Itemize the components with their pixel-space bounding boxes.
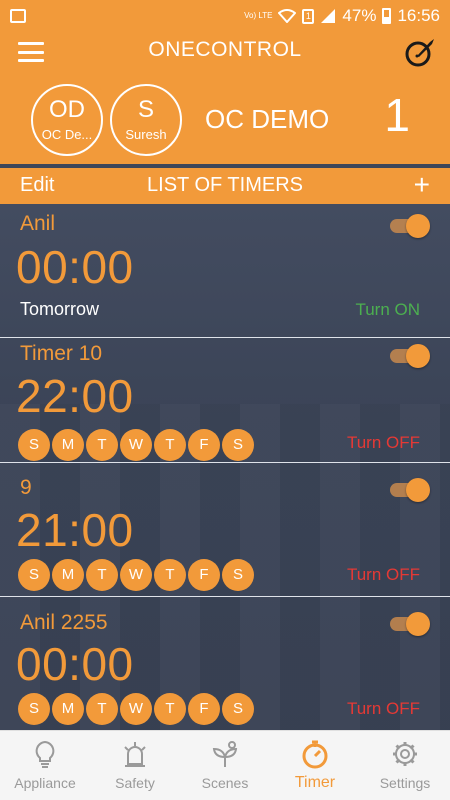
timer-card[interactable]: Anil 2255 00:00 S M T W T F S Turn OFF (0, 597, 450, 730)
day-monday[interactable]: M (52, 693, 84, 725)
timer-enable-toggle[interactable] (388, 612, 430, 636)
day-tuesday[interactable]: T (86, 429, 118, 461)
stopwatch-icon (302, 740, 328, 769)
avatar-user[interactable]: S Suresh (110, 84, 182, 156)
day-saturday[interactable]: S (222, 693, 254, 725)
timer-schedule: Tomorrow (20, 299, 100, 319)
day-sunday[interactable]: S (18, 429, 50, 461)
nav-timer[interactable]: Timer (270, 731, 360, 800)
list-title: LIST OF TIMERS (147, 174, 303, 196)
sim-icon: 1 (302, 8, 315, 24)
timer-card[interactable]: 9 21:00 S M T W T F S Turn OFF (0, 463, 450, 597)
bottom-nav: Appliance Safety Scenes Timer Settings (0, 730, 450, 800)
list-toolbar: Edit LIST OF TIMERS + (0, 168, 450, 204)
timer-name: Anil (20, 212, 56, 235)
battery-icon (382, 8, 392, 24)
timer-time: 00:00 (16, 241, 134, 293)
volte-icon: Vo) LTE (244, 11, 273, 20)
day-thursday[interactable]: T (154, 693, 186, 725)
day-tuesday[interactable]: T (86, 693, 118, 725)
app-header: ONECONTROL OD OC De... S Suresh OC DEMO … (0, 32, 450, 164)
day-wednesday[interactable]: W (120, 559, 152, 591)
status-indicators: Vo) LTE 1 47% 16:56 (244, 6, 440, 26)
nav-settings[interactable]: Settings (360, 731, 450, 800)
timer-action: Turn OFF (346, 699, 420, 718)
siren-icon (124, 742, 146, 767)
nav-label: Safety (115, 775, 155, 791)
timer-time: 00:00 (16, 638, 134, 690)
battery-percent: 47% (342, 6, 377, 25)
avatar-initials: OD (49, 96, 85, 123)
day-thursday[interactable]: T (154, 559, 186, 591)
nav-appliance[interactable]: Appliance (0, 731, 90, 800)
day-sunday[interactable]: S (18, 559, 50, 591)
timer-name: Anil 2255 (20, 611, 108, 634)
day-thursday[interactable]: T (154, 429, 186, 461)
clock: 16:56 (397, 6, 440, 25)
day-wednesday[interactable]: W (120, 429, 152, 461)
avatar-name: OC De... (41, 127, 93, 142)
app-title: ONECONTROL (148, 38, 302, 61)
timer-action: Turn OFF (346, 565, 420, 584)
nav-label: Scenes (201, 775, 249, 791)
day-friday[interactable]: F (188, 559, 220, 591)
nav-scenes[interactable]: Scenes (180, 731, 270, 800)
day-tuesday[interactable]: T (86, 559, 118, 591)
weekday-selector: S M T W T F S (18, 559, 254, 591)
nav-label: Timer (294, 774, 336, 791)
pen-circle-icon[interactable] (404, 36, 436, 68)
day-saturday[interactable]: S (222, 429, 254, 461)
lightbulb-icon (35, 740, 55, 768)
avatar-home[interactable]: OD OC De... (31, 84, 103, 156)
day-monday[interactable]: M (52, 429, 84, 461)
timer-enable-toggle[interactable] (388, 344, 430, 368)
timer-time: 22:00 (16, 370, 134, 422)
day-monday[interactable]: M (52, 559, 84, 591)
wifi-icon (278, 9, 297, 23)
day-saturday[interactable]: S (222, 559, 254, 591)
add-timer-button[interactable]: + (414, 169, 430, 201)
home-name: OC DEMO (205, 104, 330, 134)
timer-action: Turn OFF (346, 433, 420, 452)
timer-card[interactable]: Anil 00:00 Tomorrow Turn ON (0, 204, 450, 338)
timer-name: 9 (20, 476, 32, 499)
weekday-selector: S M T W T F S (18, 693, 254, 725)
gear-icon (393, 742, 417, 766)
avatar-initials: S (137, 96, 154, 123)
timer-name: Timer 10 (20, 342, 103, 365)
timer-card[interactable]: Timer 10 22:00 S M T W T F S Turn OFF (0, 329, 450, 463)
nav-safety[interactable]: Safety (90, 731, 180, 800)
day-friday[interactable]: F (188, 429, 220, 461)
nav-label: Appliance (14, 775, 76, 791)
gallery-notification-icon (10, 9, 26, 23)
scenes-icon (212, 741, 238, 767)
timer-list[interactable]: Anil 00:00 Tomorrow Turn ON Timer 10 22:… (0, 204, 450, 730)
home-count: 1 (384, 89, 410, 141)
weekday-selector: S M T W T F S (18, 429, 254, 461)
timer-enable-toggle[interactable] (388, 478, 430, 502)
timer-enable-toggle[interactable] (388, 214, 430, 238)
day-wednesday[interactable]: W (120, 693, 152, 725)
signal-icon (321, 9, 336, 23)
status-bar: Vo) LTE 1 47% 16:56 (0, 0, 450, 32)
avatar-name: Suresh (125, 127, 167, 142)
timer-action: Turn ON (355, 300, 420, 319)
timer-time: 21:00 (16, 504, 134, 556)
day-friday[interactable]: F (188, 693, 220, 725)
nav-label: Settings (379, 775, 431, 791)
day-sunday[interactable]: S (18, 693, 50, 725)
